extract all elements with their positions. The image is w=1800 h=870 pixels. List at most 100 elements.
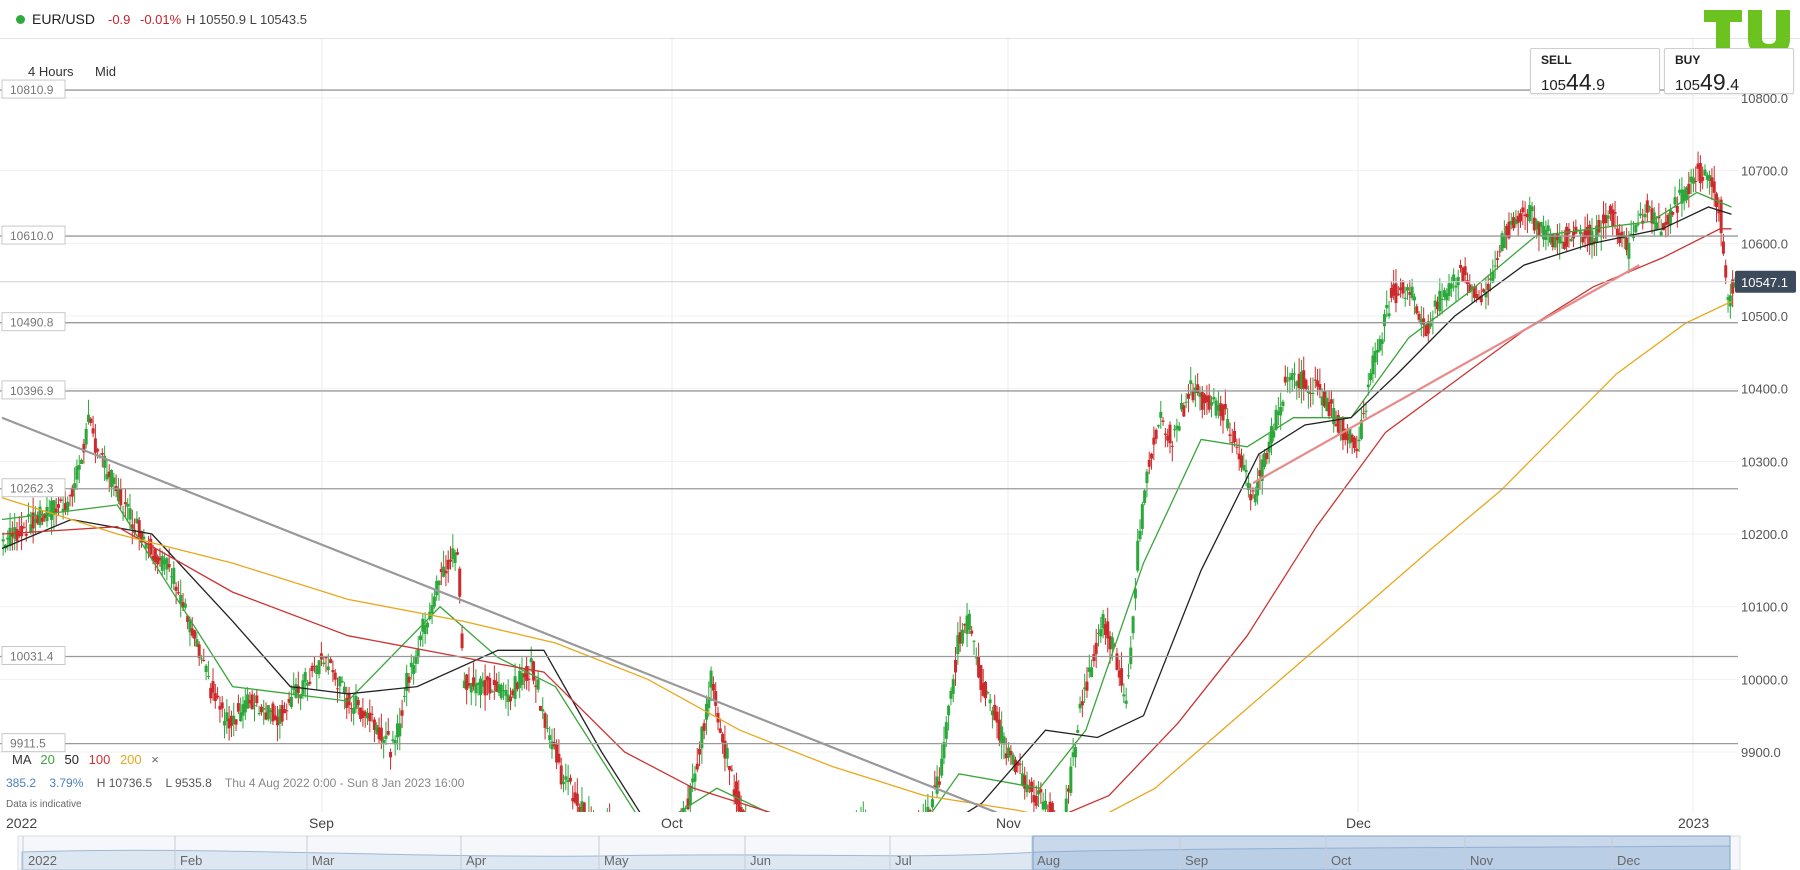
price-type-selector[interactable]: Mid <box>95 64 116 79</box>
y-tick-label: 10700.0 <box>1741 164 1788 179</box>
candle-body <box>1401 281 1405 294</box>
candle-body <box>915 828 918 832</box>
candle-body <box>864 818 867 828</box>
candle-body <box>1519 213 1523 222</box>
candle-body <box>1265 453 1269 460</box>
candle-body <box>1138 530 1142 540</box>
price-chart[interactable]: 10810.9 10610.0 10490.8 10396.9 10262.3 10031… <box>0 0 1800 870</box>
candle-body <box>123 502 127 505</box>
close-icon[interactable]: × <box>151 752 159 767</box>
candle-body <box>1498 251 1502 253</box>
candle-body <box>1184 401 1188 403</box>
candle-body <box>1161 420 1165 422</box>
candle-body <box>407 676 411 683</box>
candle-body <box>400 710 404 716</box>
candle-body <box>869 827 872 829</box>
ma20-legend[interactable]: 20 <box>40 752 54 767</box>
navigator-label: Jul <box>895 853 912 868</box>
candle-body <box>1394 283 1398 304</box>
candle-body <box>1611 209 1615 227</box>
candle-body <box>1521 207 1525 213</box>
candle-body <box>1244 469 1248 473</box>
candle-body <box>1076 730 1080 733</box>
candle-body <box>1357 439 1361 442</box>
candle-body <box>1147 459 1151 467</box>
y-tick-label: 10000.0 <box>1741 672 1788 687</box>
candle-body <box>1712 181 1716 193</box>
candle-body <box>331 670 335 673</box>
instrument-symbol[interactable]: EUR/USD <box>32 11 95 27</box>
candle-body <box>40 517 44 522</box>
candle-body <box>1009 750 1013 755</box>
candle-body <box>698 748 702 755</box>
candle-body <box>1454 285 1458 288</box>
candle-body <box>967 613 971 630</box>
navigator-label: May <box>604 853 629 868</box>
candle-body <box>744 813 747 820</box>
candle-body <box>1452 274 1456 282</box>
candle-body <box>1140 504 1144 529</box>
candle-body <box>873 831 876 832</box>
candle-body <box>970 630 974 634</box>
candle-body <box>280 705 284 722</box>
level-label: 10490.8 <box>10 316 54 330</box>
candle-body <box>1018 763 1022 765</box>
market-open-indicator <box>16 15 25 24</box>
candle-body <box>1159 411 1163 418</box>
candle-body <box>1410 286 1414 298</box>
candle-body <box>1415 306 1419 314</box>
sell-button[interactable]: SELL 10544.9 <box>1530 48 1660 95</box>
candle-body <box>1311 393 1315 395</box>
candle-body <box>176 592 180 594</box>
candle-body <box>478 678 482 695</box>
ma200-legend[interactable]: 200 <box>120 752 142 767</box>
x-tick-label: 2022 <box>6 815 37 831</box>
candle-body <box>303 672 307 682</box>
candle-body <box>1352 437 1356 449</box>
candle-body <box>859 820 862 827</box>
candle-body <box>508 696 512 702</box>
candle-body <box>419 635 423 641</box>
candle-body <box>725 748 729 759</box>
candle-body <box>56 504 60 508</box>
candle-body <box>1034 795 1038 806</box>
candle-body <box>1099 629 1103 637</box>
candle-body <box>1396 293 1400 296</box>
candle-body <box>1668 209 1672 226</box>
candle-body <box>1233 430 1237 443</box>
candle-body <box>1249 494 1253 501</box>
candle-body <box>988 699 992 704</box>
candle-body <box>1673 197 1677 205</box>
interval-selector[interactable]: 4 Hours <box>28 64 74 79</box>
ma-legend: MA 20 50 100 200 × <box>12 752 159 767</box>
candle-body <box>604 824 607 826</box>
candle-body <box>1613 212 1617 214</box>
navigator: 2022 Feb Mar Apr May Jun Jul Aug Sep Oct Nov Dec <box>17 835 1741 870</box>
candle-body <box>342 686 346 694</box>
candle-body <box>582 802 586 812</box>
candle-body <box>1728 295 1732 307</box>
candle-body <box>460 633 464 649</box>
buy-button[interactable]: BUY 10549.4 <box>1664 48 1794 95</box>
current-price-label: 10547.1 <box>1741 275 1788 290</box>
candle-body <box>1163 433 1167 435</box>
candle-body <box>370 713 374 715</box>
candle-body <box>1230 442 1234 444</box>
indicative-note: Data is indicative <box>6 799 82 810</box>
candle-body <box>1530 206 1534 212</box>
ma50-legend[interactable]: 50 <box>65 752 79 767</box>
candle-body <box>1110 637 1114 649</box>
candle-body <box>1189 380 1193 385</box>
candle-body <box>1092 654 1096 662</box>
candle-body <box>592 821 595 829</box>
candle-body <box>142 536 146 540</box>
candle-body <box>1643 214 1647 218</box>
ma-legend-label: MA <box>12 752 31 767</box>
candle-body <box>66 501 70 511</box>
navigator-label: Apr <box>466 853 487 868</box>
candle-body <box>100 452 104 455</box>
candle-body <box>402 695 406 697</box>
navigator-label: Oct <box>1331 853 1352 868</box>
candle-body <box>1062 822 1065 832</box>
ma100-legend[interactable]: 100 <box>89 752 111 767</box>
